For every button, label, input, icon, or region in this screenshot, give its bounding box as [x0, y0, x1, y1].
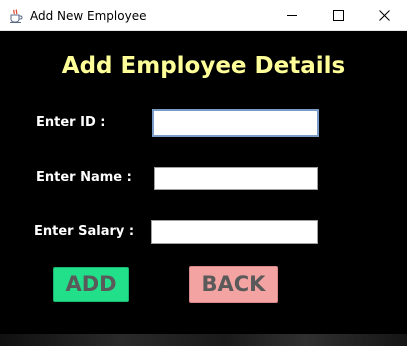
name-field[interactable]: [154, 167, 318, 190]
back-button-label: BACK: [201, 272, 266, 296]
back-button[interactable]: BACK: [189, 266, 278, 303]
page-title: Add Employee Details: [61, 53, 346, 79]
add-button[interactable]: ADD: [53, 267, 129, 302]
name-label: Enter Name :: [36, 170, 132, 185]
minimize-icon: [286, 6, 298, 25]
maximize-icon: [332, 6, 344, 25]
close-button[interactable]: [361, 0, 407, 31]
java-cup-icon: [8, 8, 24, 24]
background-edge: [0, 334, 407, 346]
maximize-button[interactable]: [315, 0, 361, 31]
title-bar[interactable]: Add New Employee: [0, 0, 407, 31]
salary-field[interactable]: [151, 220, 318, 244]
app-window: Add New Employee Add Employee Details En…: [0, 0, 407, 346]
close-icon: [378, 6, 390, 25]
add-button-label: ADD: [65, 272, 117, 296]
window-title: Add New Employee: [30, 9, 147, 23]
id-label: Enter ID :: [36, 115, 106, 130]
salary-label: Enter Salary :: [34, 224, 135, 239]
minimize-button[interactable]: [269, 0, 315, 31]
id-field[interactable]: [152, 109, 319, 137]
